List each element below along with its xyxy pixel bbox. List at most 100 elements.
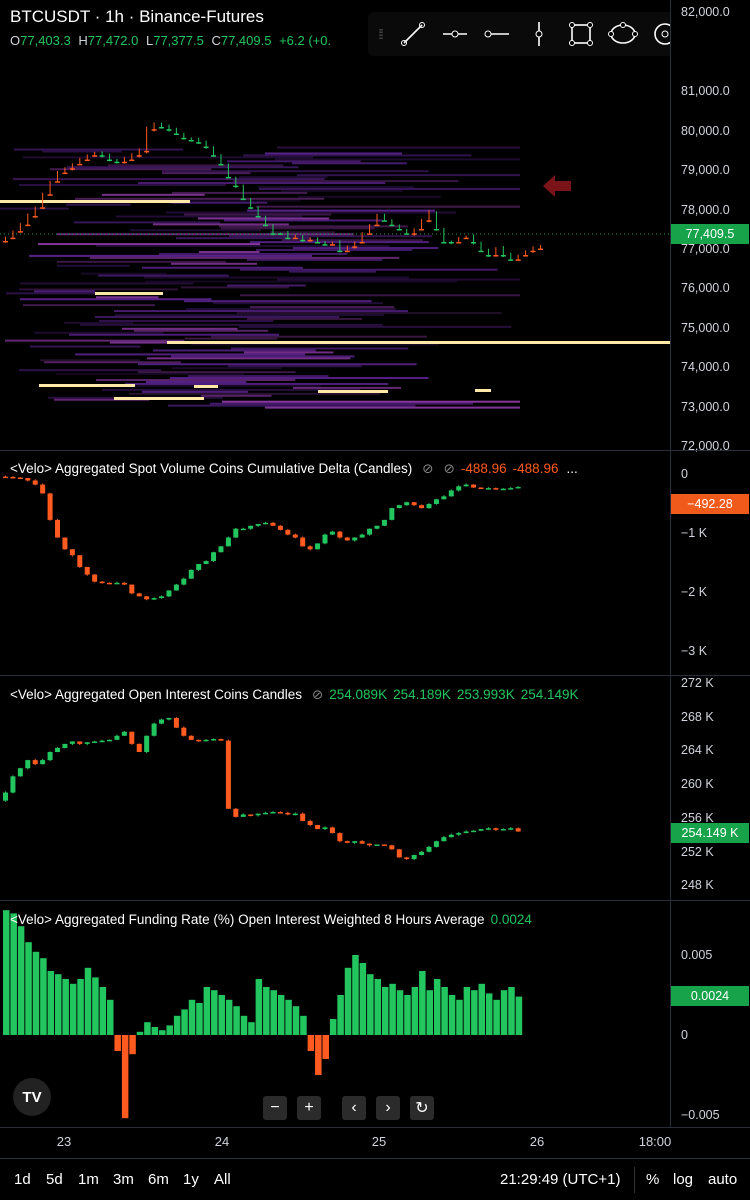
price-pane[interactable]: BTCUSDT · 1h · Binance-Futures O77,403.3… [0, 0, 670, 450]
oi-candle [32, 760, 38, 765]
oi-candle [500, 829, 506, 831]
symbol-title[interactable]: BTCUSDT · 1h · Binance-Futures [10, 7, 264, 27]
cvd-candle [17, 477, 23, 480]
funding-bar [3, 910, 10, 1035]
cvd-pane[interactable]: <Velo> Aggregated Spot Volume Coins Cumu… [0, 451, 670, 675]
high-value: 77,472.0 [87, 33, 139, 48]
price-tick: 77,000.0 [681, 242, 730, 256]
cvd-candle [463, 484, 469, 487]
circle-target-icon[interactable] [644, 12, 670, 56]
clock-timezone[interactable]: 21:29:49 (UTC+1) [500, 1171, 620, 1188]
horizontal-line-icon[interactable] [476, 12, 518, 56]
funding-bar [344, 967, 352, 1035]
price-candle [404, 233, 410, 235]
funding-bar [471, 990, 478, 1035]
range-3m[interactable]: 3m [113, 1171, 134, 1188]
oi-axis[interactable]: 272 K 268 K 264 K 260 K 256 K 252 K 248 … [670, 676, 750, 900]
cvd-candle [32, 480, 38, 485]
funding-indicator-label[interactable]: <Velo> Aggregated Funding Rate (%) Open … [10, 912, 532, 927]
oi-candle [99, 740, 105, 743]
ellipse-icon[interactable] [602, 12, 644, 56]
vertical-line-icon[interactable] [518, 12, 560, 56]
funding-bar [307, 1035, 315, 1051]
oi-tick: 260 K [681, 777, 714, 791]
zoom-in-button[interactable]: + [297, 1096, 321, 1120]
cvd-candle [25, 478, 31, 481]
oi-candle [515, 828, 521, 832]
oi-pane[interactable]: <Velo> Aggregated Open Interest Coins Ca… [0, 676, 670, 900]
price-candle [478, 250, 484, 253]
percent-toggle[interactable]: % [646, 1171, 659, 1188]
funding-bar [396, 990, 404, 1035]
range-6m[interactable]: 6m [148, 1171, 169, 1188]
funding-bar [99, 987, 107, 1035]
auto-toggle[interactable]: auto [708, 1171, 737, 1188]
cvd-candle [47, 493, 53, 520]
cvd-axis[interactable]: 0 −1 K −2 K −3 K −492.28 [670, 451, 750, 675]
cvd-indicator-label[interactable]: <Velo> Aggregated Spot Volume Coins Cumu… [10, 461, 578, 477]
cvd-candle [240, 528, 246, 531]
cvd-candle [114, 582, 120, 585]
funding-bar [508, 987, 515, 1035]
price-axis[interactable]: 82,000.0 81,000.0 80,000.0 79,000.0 78,0… [670, 0, 750, 453]
cvd-candle [411, 502, 417, 506]
horizontal-ray-icon[interactable] [434, 12, 476, 56]
funding-axis[interactable]: 0.005 0 −0.005 0.0024 [670, 901, 750, 1127]
scroll-left-button[interactable]: ‹ [342, 1096, 366, 1120]
funding-bar [270, 990, 277, 1035]
oi-indicator-label[interactable]: <Velo> Aggregated Open Interest Coins Ca… [10, 687, 579, 703]
oi-candle [374, 844, 380, 846]
funding-pane[interactable]: <Velo> Aggregated Funding Rate (%) Open … [0, 901, 670, 1127]
cvd-candle [188, 569, 194, 579]
bottom-toolbar: 1d 5d 1m 3m 6m 1y All 21:29:49 (UTC+1) %… [0, 1158, 750, 1200]
oi-candle [25, 760, 31, 769]
funding-bar [159, 1030, 166, 1035]
time-axis[interactable]: 23 24 25 26 18:00 [0, 1128, 750, 1158]
log-toggle[interactable]: log [673, 1171, 693, 1188]
drag-grip-icon[interactable]: ⁞⁞ [368, 26, 392, 42]
cvd-candle [471, 484, 477, 488]
cvd-candle [196, 564, 202, 570]
range-all[interactable]: All [214, 1171, 231, 1188]
reset-chart-button[interactable]: ↻ [410, 1096, 434, 1120]
scroll-right-button[interactable]: › [376, 1096, 400, 1120]
current-price-tag: 77,409.5 [671, 224, 749, 244]
cvd-current-tag: −492.28 [671, 494, 749, 514]
zoom-controls: − + [263, 1096, 321, 1120]
cvd-tick: −1 K [681, 526, 708, 540]
rectangle-icon[interactable] [560, 12, 602, 56]
zoom-out-button[interactable]: − [263, 1096, 287, 1120]
oi-candle [92, 741, 98, 743]
tradingview-logo[interactable]: TV [13, 1078, 51, 1116]
cvd-candle [173, 584, 179, 591]
cvd-candle [136, 593, 142, 597]
price-candle [233, 185, 239, 188]
price-candle [99, 155, 105, 157]
price-candle [471, 242, 477, 244]
range-5d[interactable]: 5d [46, 1171, 63, 1188]
cvd-candle [62, 537, 68, 550]
price-candle [196, 142, 202, 144]
funding-bar [144, 1022, 151, 1035]
oi-candle [433, 841, 439, 847]
funding-bar [188, 999, 196, 1035]
range-1y[interactable]: 1y [183, 1171, 199, 1188]
range-1m[interactable]: 1m [78, 1171, 99, 1188]
oi-candle [173, 717, 179, 728]
price-candle [508, 259, 514, 261]
oi-candle [166, 717, 172, 720]
funding-bar [337, 995, 344, 1035]
change-value: +6.2 (+0. [279, 33, 332, 48]
funding-bar [166, 1025, 173, 1035]
trend-line-icon[interactable] [392, 12, 434, 56]
funding-bar [441, 987, 448, 1035]
funding-bar [32, 951, 40, 1035]
oi-candle [277, 812, 283, 814]
range-1d[interactable]: 1d [14, 1171, 31, 1188]
oi-candle [255, 813, 261, 816]
oi-close: 254.149K [520, 687, 579, 702]
price-candles [3, 122, 543, 261]
cvd-candle [99, 581, 105, 584]
oi-candle [84, 742, 90, 744]
cvd-candle [255, 524, 261, 526]
